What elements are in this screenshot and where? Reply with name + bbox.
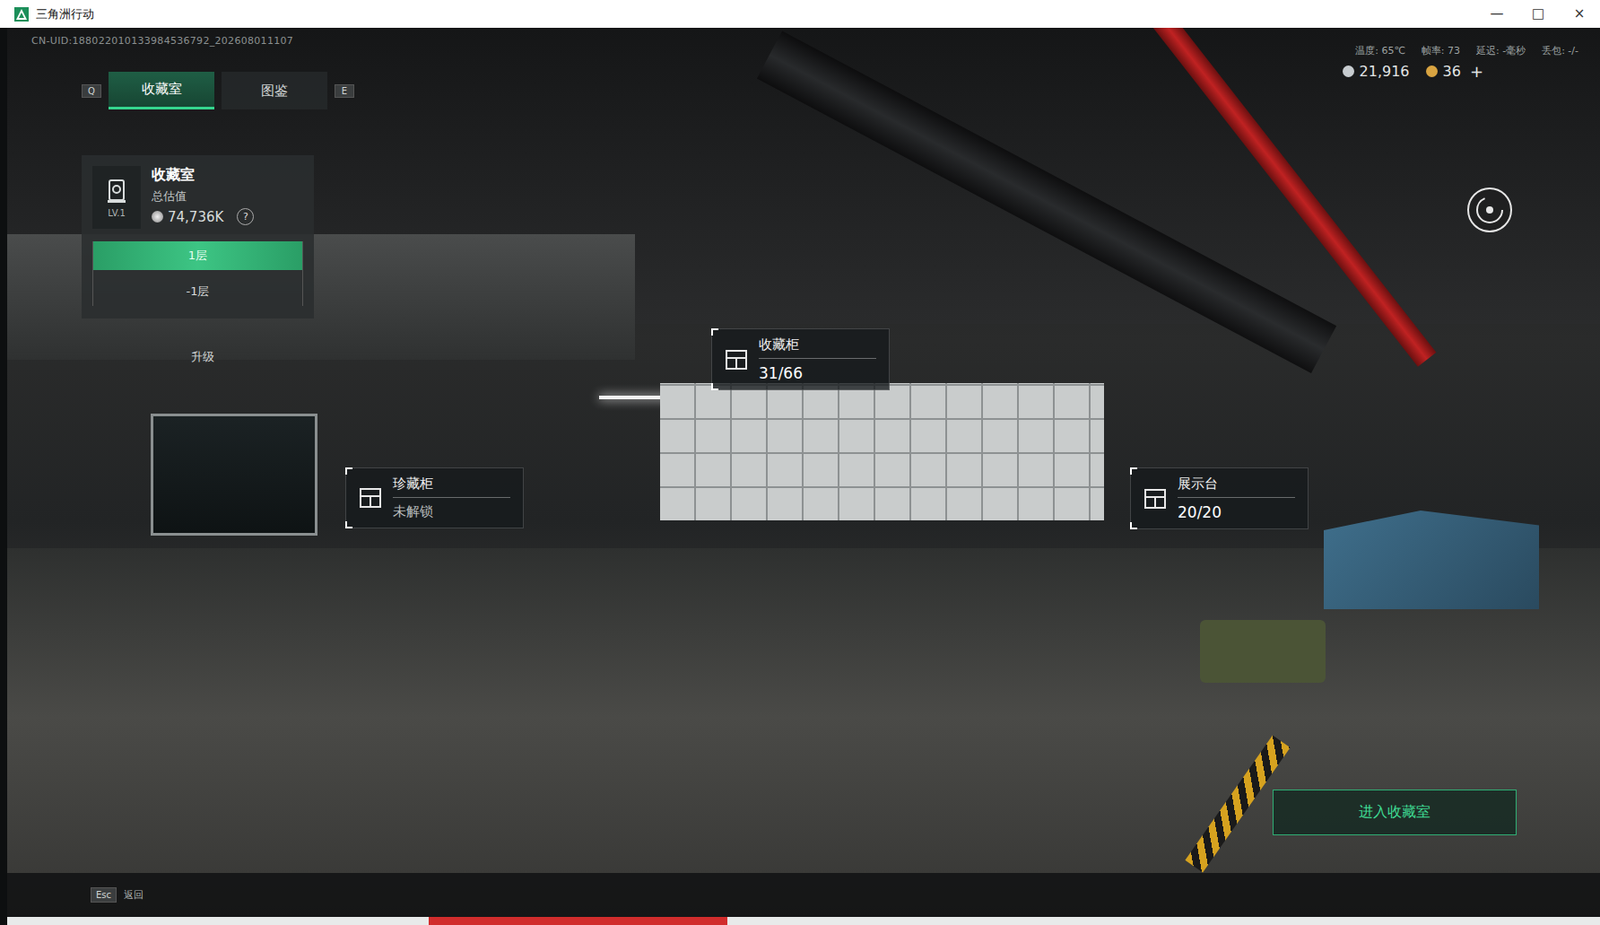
hotspot-value: 31/66: [758, 364, 877, 383]
floor-list: 1层-1层: [92, 241, 304, 306]
window-control-button[interactable]: —: [1476, 0, 1518, 28]
currency-amount: 21,916: [1359, 62, 1410, 80]
hotspot-name: 珍藏柜: [392, 475, 511, 498]
stat-item: 延迟: -毫秒: [1476, 43, 1526, 58]
window-controls: —□×: [1476, 0, 1600, 28]
title-bar: 三角洲行动 —□×: [0, 0, 1600, 28]
scene-cabinet-wall: [660, 382, 1105, 521]
bottom-bar: Esc 返回: [7, 872, 1600, 917]
stat-item: 温度: 65℃: [1355, 43, 1406, 58]
hotspot-value: 未解锁: [392, 503, 511, 521]
next-tab-key[interactable]: E: [334, 84, 355, 98]
camera-view-button[interactable]: [1465, 185, 1514, 238]
hotspot-value: 20/20: [1177, 503, 1296, 522]
value-label: 总估值: [151, 188, 254, 205]
currency-bar: 21,916 36 +: [1342, 61, 1484, 81]
add-currency-button[interactable]: +: [1469, 61, 1484, 81]
prev-tab-key[interactable]: Q: [81, 84, 102, 98]
enter-room-button[interactable]: 进入收藏室: [1272, 789, 1517, 835]
back-label[interactable]: 返回: [123, 887, 144, 902]
total-value: 74,736K: [167, 208, 224, 226]
currency-item: 21,916: [1342, 62, 1410, 80]
coin-icon: [151, 210, 164, 223]
tab[interactable]: 图鉴: [221, 71, 328, 110]
corner-bracket: [711, 382, 719, 391]
trophy-case-icon: [103, 177, 131, 205]
hotspot-label[interactable]: 展示台 20/20: [1130, 467, 1309, 530]
bottom-strip: [7, 916, 1600, 925]
hotspot-name: 展示台: [1177, 475, 1296, 498]
corner-bracket: [345, 521, 353, 529]
cabinet-icon: [1143, 486, 1167, 511]
hotspot-text: 展示台 20/20: [1177, 475, 1296, 522]
game-window: 三角洲行动 —□× CN-UID:188022010133984536792_202…: [0, 0, 1600, 925]
scene-workstation: [1323, 510, 1540, 609]
cabinet-icon: [358, 486, 383, 510]
currency-amount: 36: [1443, 62, 1461, 80]
help-button[interactable]: ?: [236, 208, 254, 226]
performance-stats: 温度: 65℃ 帧率: 73 延迟: -毫秒丢包: -/-: [1355, 43, 1579, 58]
view-rotate-icon: [1465, 185, 1514, 235]
panel-header: LV.1 收藏室总估值 74,736K?: [92, 165, 304, 229]
currency-coin-icon: [1426, 65, 1438, 78]
corner-bracket: [1130, 521, 1138, 530]
window-control-button[interactable]: □: [1517, 0, 1559, 28]
floor-button[interactable]: -1层: [93, 277, 303, 306]
corner-bracket: [1130, 467, 1138, 475]
hotspot-text: 珍藏柜未解锁: [392, 475, 511, 521]
currency-item: 36: [1426, 62, 1461, 80]
panel-info: 收藏室总估值 74,736K?: [151, 165, 254, 229]
floor-button[interactable]: 1层: [93, 241, 303, 270]
collection-scene: CN-UID:188022010133984536792_20260801110…: [7, 27, 1600, 925]
tab-bar: Q 收藏室图鉴 E: [81, 71, 355, 110]
cabinet-icon: [724, 347, 748, 372]
corner-bracket: [345, 467, 353, 475]
window-control-button[interactable]: ×: [1558, 0, 1600, 28]
tab[interactable]: 收藏室: [108, 71, 215, 110]
collection-panel: LV.1收藏室总估值74,736K?1层-1层: [81, 155, 314, 319]
stat-item: 帧率: 73: [1421, 43, 1461, 58]
currency-coin-icon: [1342, 65, 1355, 78]
hotspot-name: 收藏柜: [758, 336, 877, 359]
corner-bracket: [711, 328, 719, 336]
panel-title: 收藏室: [151, 165, 254, 185]
stat-item: 丢包: -/-: [1541, 43, 1579, 58]
value-row: 74,736K?: [151, 208, 254, 226]
strip-highlight: [428, 916, 728, 925]
game-logo-icon: [14, 7, 29, 22]
hotspot-label[interactable]: 收藏柜 31/66: [711, 328, 890, 391]
hotspot-label[interactable]: 珍藏柜未解锁: [345, 467, 524, 529]
scene-crate: [1200, 619, 1326, 683]
room-badge: LV.1: [92, 165, 141, 229]
room-level: LV.1: [107, 208, 126, 218]
player-uid: CN-UID:188022010133984536792_20260801110…: [31, 34, 294, 47]
hotspot-text: 收藏柜 31/66: [758, 336, 877, 383]
window-title: 三角洲行动: [35, 6, 95, 23]
scene-glass-display: [150, 413, 318, 536]
upgrade-label[interactable]: 升级: [191, 348, 215, 366]
esc-key[interactable]: Esc: [90, 886, 117, 903]
